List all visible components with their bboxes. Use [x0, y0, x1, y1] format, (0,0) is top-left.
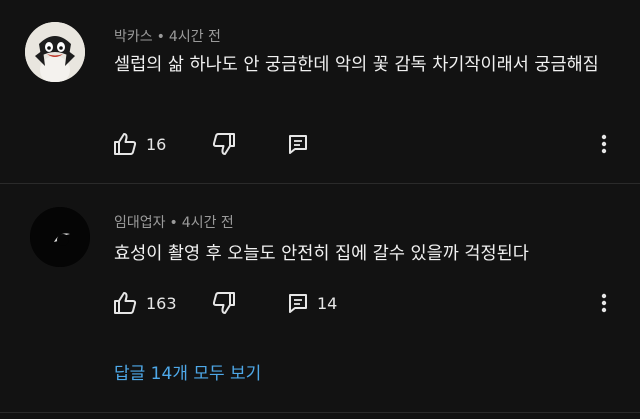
more-options-button[interactable]	[600, 289, 608, 317]
comment-item: 임대업자 • 4시간 전 효성이 촬영 후 오늘도 안전히 집에 갈수 있을까 걱정…	[0, 183, 640, 419]
reply-button[interactable]	[287, 130, 309, 158]
comment-actions: 16	[112, 130, 622, 158]
eclipse-avatar-icon	[30, 207, 90, 267]
like-button[interactable]: 16	[112, 130, 166, 158]
thumbs-up-icon	[114, 133, 137, 155]
comment-meta: 박카스 • 4시간 전	[114, 26, 221, 46]
comment-actions: 163 14	[112, 289, 622, 317]
thumbs-down-icon	[212, 292, 235, 314]
avatar[interactable]	[25, 22, 85, 82]
timestamp: 4시간 전	[168, 29, 221, 45]
timestamp: 4시간 전	[181, 215, 234, 231]
list-bottom-divider	[0, 412, 640, 413]
thumbs-up-icon	[114, 292, 137, 314]
dislike-button[interactable]	[211, 289, 237, 317]
reply-button[interactable]: 14	[287, 289, 337, 317]
like-count: 16	[146, 134, 167, 154]
more-options-button[interactable]	[600, 130, 608, 158]
meta-separator: •	[156, 29, 165, 45]
comment-meta: 임대업자 • 4시간 전	[114, 212, 234, 232]
comment-item: 박카스 • 4시간 전 셀럽의 삶 하나도 안 궁금한데 악의 꽃 감독 차기작이래…	[0, 0, 640, 183]
comment-text: 셀럽의 삶 하나도 안 궁금한데 악의 꽃 감독 차기작이래서 궁금해짐	[114, 55, 599, 75]
more-vert-icon	[601, 293, 607, 313]
author-name[interactable]: 박카스	[114, 29, 153, 45]
thumbs-down-icon	[212, 133, 235, 155]
penguin-avatar-icon	[25, 22, 85, 82]
reply-count: 14	[317, 293, 338, 313]
reply-icon	[289, 135, 307, 154]
avatar[interactable]	[30, 207, 90, 267]
view-all-replies-link[interactable]: 답글 14개 모두 보기	[114, 359, 261, 384]
comment-text: 효성이 촬영 후 오늘도 안전히 집에 갈수 있을까 걱정된다	[114, 244, 529, 264]
more-vert-icon	[601, 134, 607, 154]
like-button[interactable]: 163	[112, 289, 177, 317]
meta-separator: •	[169, 215, 178, 231]
dislike-button[interactable]	[211, 130, 237, 158]
reply-icon	[289, 294, 307, 313]
author-name[interactable]: 임대업자	[114, 215, 166, 231]
like-count: 163	[146, 293, 177, 313]
